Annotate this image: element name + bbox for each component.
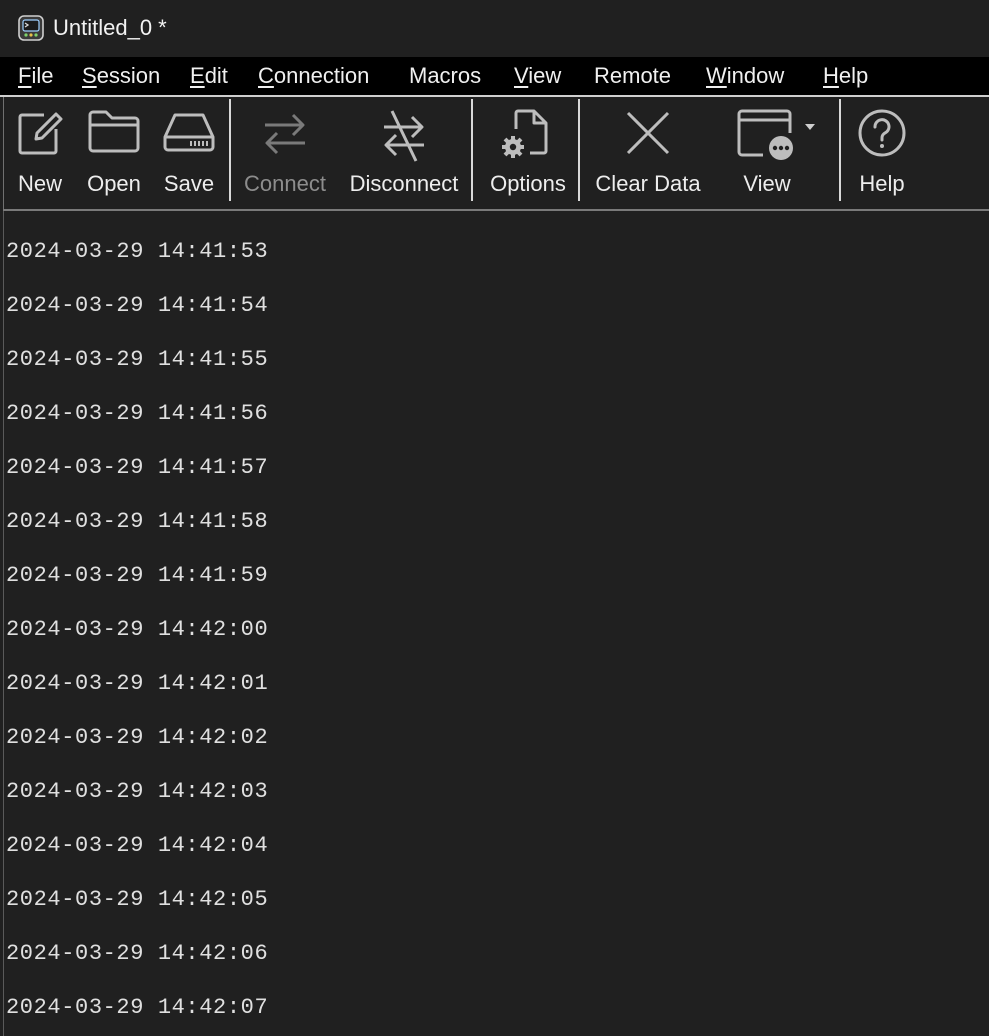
disconnect-button[interactable]: Disconnect [342, 97, 466, 205]
folder-icon [88, 110, 140, 153]
view-dropdown-button[interactable]: View [722, 97, 824, 205]
terminal-line: 2024-03-29 14:41:57 [6, 455, 269, 480]
terminal-output[interactable]: 2024-03-29 14:41:53 2024-03-29 14:41:54 … [3, 211, 989, 1036]
options-label: Options [490, 171, 566, 196]
help-circle-icon [858, 109, 906, 157]
terminal-line: 2024-03-29 14:41:54 [6, 293, 269, 318]
terminal-line: 2024-03-29 14:41:56 [6, 401, 269, 426]
terminal-line: 2024-03-29 14:42:04 [6, 833, 269, 858]
save-label: Save [163, 171, 215, 196]
menu-connection[interactable]: Connection [258, 63, 369, 89]
window-more-icon [737, 109, 815, 160]
connect-button[interactable]: Connect [239, 97, 331, 205]
view-label: View [743, 171, 791, 196]
terminal-line: 2024-03-29 14:41:53 [6, 239, 269, 264]
toolbar: New Open Save Connect Disconnect Options… [3, 97, 989, 209]
window-title: Untitled_0 * [53, 15, 167, 40]
menu-bar: File Session Edit Connection Macros View… [0, 57, 989, 95]
menu-file[interactable]: File [18, 63, 53, 89]
terminal-line: 2024-03-29 14:42:00 [6, 617, 269, 642]
toolbar-separator [839, 99, 841, 201]
connect-label: Connect [244, 171, 326, 196]
terminal-line: 2024-03-29 14:42:01 [6, 671, 269, 696]
save-button[interactable]: Save [157, 97, 221, 205]
menu-edit[interactable]: Edit [190, 63, 228, 89]
open-button[interactable]: Open [82, 97, 146, 205]
terminal-line: 2024-03-29 14:41:59 [6, 563, 269, 588]
terminal-line: 2024-03-29 14:42:03 [6, 779, 269, 804]
menu-macros[interactable]: Macros [409, 63, 481, 89]
terminal-line: 2024-03-29 14:42:05 [6, 887, 269, 912]
terminal-line: 2024-03-29 14:42:06 [6, 941, 269, 966]
terminal-line: 2024-03-29 14:41:55 [6, 347, 269, 372]
help-label: Help [859, 171, 905, 196]
title-bar: Untitled_0 * [0, 0, 989, 56]
close-x-icon [626, 111, 670, 155]
terminal-line: 2024-03-29 14:42:07 [6, 995, 269, 1020]
drive-save-icon [163, 113, 215, 152]
toolbar-separator [578, 99, 580, 201]
new-label: New [17, 171, 62, 196]
terminal-line: 2024-03-29 14:42:02 [6, 725, 269, 750]
options-button[interactable]: Options [482, 97, 574, 205]
open-label: Open [87, 171, 141, 196]
disconnect-arrows-icon [384, 110, 424, 162]
document-gear-icon [502, 109, 548, 158]
new-document-icon [18, 112, 63, 155]
menu-remote[interactable]: Remote [594, 63, 671, 89]
menu-window[interactable]: Window [706, 63, 784, 89]
connect-arrows-icon [265, 113, 305, 155]
toolbar-separator [471, 99, 473, 201]
new-button[interactable]: New [9, 97, 71, 205]
clear-data-label: Clear Data [595, 171, 701, 196]
toolbar-separator [229, 99, 231, 201]
serial-terminal-icon [18, 15, 44, 41]
menu-view[interactable]: View [514, 63, 561, 89]
help-button[interactable]: Help [850, 97, 914, 205]
disconnect-label: Disconnect [349, 171, 459, 196]
menu-help[interactable]: Help [823, 63, 868, 89]
menu-session[interactable]: Session [82, 63, 160, 89]
terminal-line: 2024-03-29 14:41:58 [6, 509, 269, 534]
clear-data-button[interactable]: Clear Data [588, 97, 708, 205]
